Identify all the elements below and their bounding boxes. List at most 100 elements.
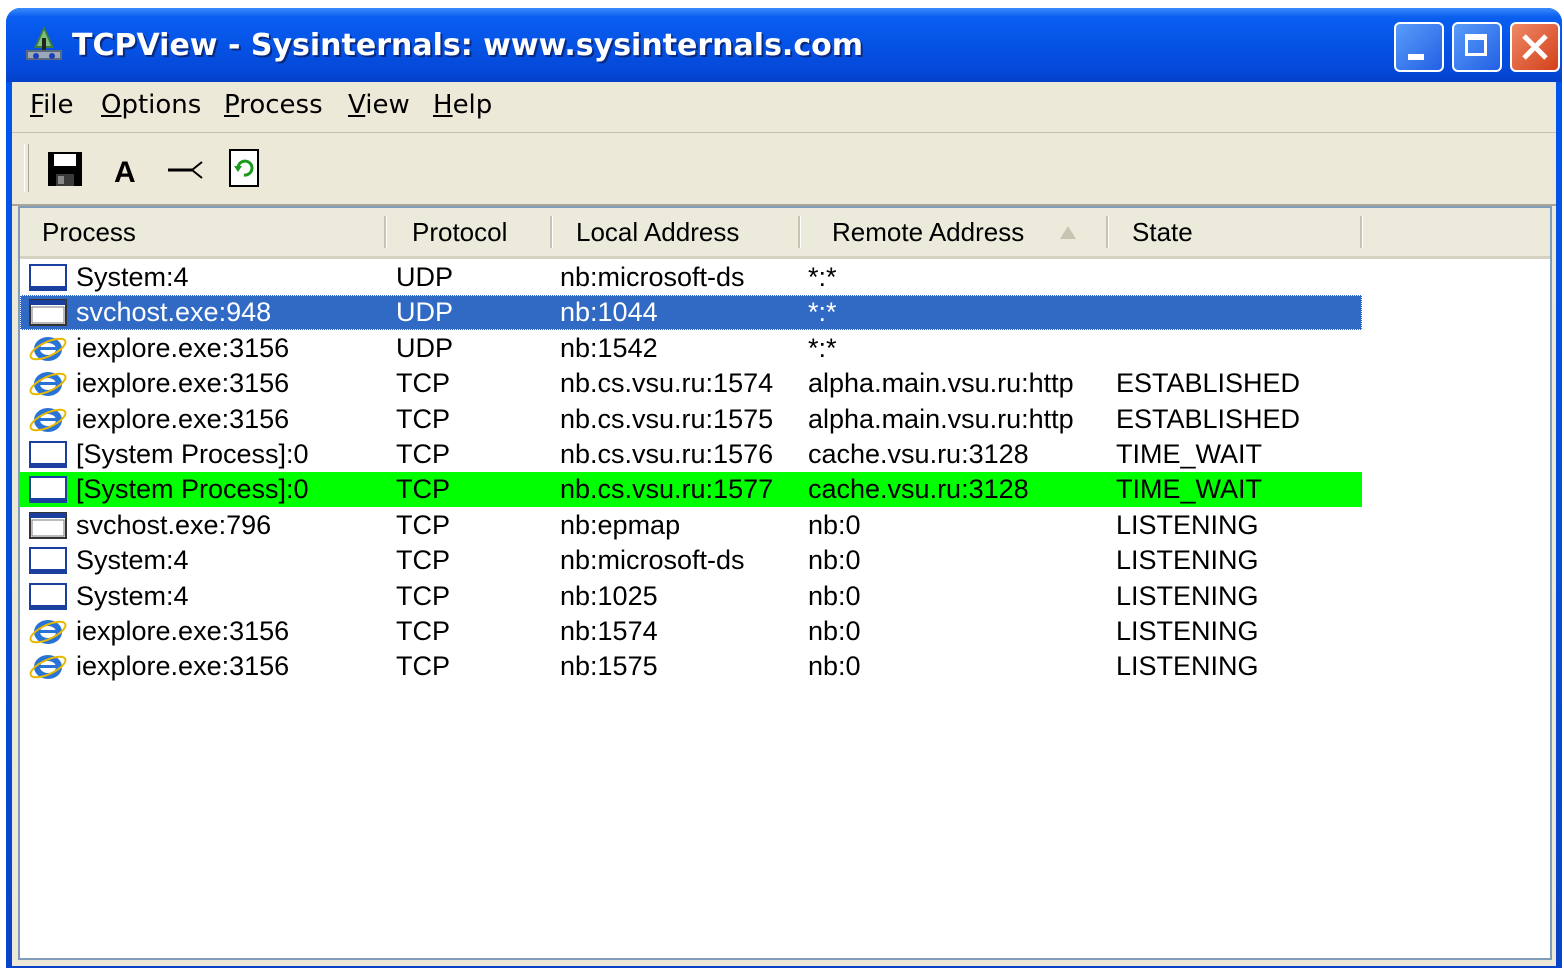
internet-explorer-icon — [28, 333, 68, 364]
svg-text:A: A — [114, 156, 136, 189]
cell-local-address: nb:microsoft-ds — [560, 262, 745, 292]
table-row[interactable]: iexplore.exe:3156 TCP nb.cs.vsu.ru:1575 alp… — [20, 402, 1362, 437]
column-divider[interactable] — [798, 216, 801, 248]
cell-state: ESTABLISHED — [1116, 368, 1301, 399]
cell-protocol: TCP — [396, 545, 450, 576]
menu-process-label: Process — [224, 90, 323, 120]
network-computer-icon — [26, 26, 62, 60]
cell-remote-address: alpha.main.vsu.ru:http — [808, 403, 1074, 434]
minimize-icon — [1408, 54, 1424, 60]
cell-protocol: UDP — [396, 332, 454, 363]
table-row[interactable]: System:4 TCP nb:microsoft-ds nb:0 LISTENING — [20, 543, 1362, 578]
table-row[interactable]: System:4 UDP nb:microsoft-ds *:* — [20, 260, 1362, 295]
window-app-icon — [28, 439, 68, 470]
list-header: Process Protocol Local Address Remote Ad… — [20, 208, 1550, 259]
table-row[interactable]: svchost.exe:948 UDP nb:1044 *:* — [20, 295, 1362, 331]
cell-protocol: TCP — [396, 474, 450, 505]
cell-process: iexplore.exe:3156 — [76, 403, 290, 434]
cell-state: LISTENING — [1116, 545, 1259, 576]
cell-state: LISTENING — [1116, 616, 1259, 646]
cell-protocol: TCP — [396, 580, 450, 611]
table-row[interactable]: iexplore.exe:3156 TCP nb.cs.vsu.ru:1574 alp… — [20, 366, 1362, 401]
toolbar-grip[interactable] — [24, 144, 29, 192]
table-row[interactable]: [System Process]:0 TCP nb.cs.vsu.ru:1576 ca… — [20, 437, 1362, 472]
menu-process[interactable]: Process — [224, 90, 323, 120]
menu-help-label: Help — [433, 90, 493, 120]
cell-local-address: nb:1575 — [560, 651, 658, 682]
header-state[interactable]: State — [1132, 208, 1193, 256]
refresh-icon[interactable] — [222, 148, 264, 190]
cell-remote-address: nb:0 — [808, 651, 861, 682]
internet-explorer-icon — [28, 651, 68, 682]
cell-local-address: nb.cs.vsu.ru:1574 — [560, 368, 774, 399]
cell-process: System:4 — [76, 580, 189, 611]
window-app-icon — [28, 581, 68, 612]
header-protocol[interactable]: Protocol — [412, 208, 507, 256]
cell-state: LISTENING — [1116, 580, 1259, 611]
maximize-icon — [1465, 34, 1487, 56]
menu-view[interactable]: View — [348, 90, 410, 120]
cell-local-address: nb:1574 — [560, 616, 658, 646]
column-divider[interactable] — [384, 216, 387, 248]
service-window-icon — [28, 510, 68, 541]
client-area: File Options Process View Help A Process… — [12, 82, 1556, 966]
table-row[interactable]: iexplore.exe:3156 UDP nb:1542 *:* — [20, 331, 1362, 366]
internet-explorer-icon — [28, 404, 68, 435]
cell-local-address: nb.cs.vsu.ru:1575 — [560, 403, 774, 434]
column-divider[interactable] — [1106, 216, 1109, 248]
cell-local-address: nb.cs.vsu.ru:1577 — [560, 474, 774, 505]
header-local-address[interactable]: Local Address — [576, 208, 739, 256]
cell-remote-address: nb:0 — [808, 580, 861, 611]
internet-explorer-icon — [28, 616, 68, 647]
table-row[interactable]: System:4 TCP nb:1025 nb:0 LISTENING — [20, 579, 1362, 614]
font-icon[interactable]: A — [106, 148, 148, 190]
cell-state: LISTENING — [1116, 651, 1259, 682]
cell-local-address: nb:epmap — [560, 509, 681, 540]
resolve-addresses-icon[interactable] — [164, 148, 206, 190]
header-process[interactable]: Process — [42, 208, 136, 256]
window-app-icon — [28, 262, 68, 293]
cell-process: iexplore.exe:3156 — [76, 332, 290, 363]
cell-state: ESTABLISHED — [1116, 403, 1301, 434]
cell-remote-address: *:* — [808, 332, 837, 363]
menu-view-label: View — [348, 90, 410, 120]
tcpview-window: TCPView - Sysinternals: www.sysinternals… — [6, 8, 1562, 968]
table-row[interactable]: svchost.exe:796 TCP nb:epmap nb:0 LISTENING — [20, 508, 1362, 543]
header-remote-address[interactable]: Remote Address — [832, 208, 1024, 256]
menu-help[interactable]: Help — [433, 90, 492, 120]
menu-file[interactable]: File — [30, 90, 74, 120]
minimize-button[interactable] — [1394, 22, 1444, 72]
sort-ascending-icon — [1060, 226, 1076, 239]
column-divider[interactable] — [550, 216, 553, 248]
cell-protocol: UDP — [396, 262, 454, 292]
close-button[interactable] — [1510, 22, 1560, 72]
connections-list[interactable]: Process Protocol Local Address Remote Ad… — [18, 206, 1552, 960]
menu-bar: File Options Process View Help — [12, 82, 1556, 133]
cell-protocol: TCP — [396, 439, 450, 469]
cell-remote-address: alpha.main.vsu.ru:http — [808, 368, 1074, 399]
table-row[interactable]: [System Process]:0 TCP nb.cs.vsu.ru:1577 ca… — [20, 472, 1362, 508]
cell-process: System:4 — [76, 545, 189, 576]
cell-state: TIME_WAIT — [1116, 439, 1262, 469]
menu-file-label: File — [30, 90, 74, 120]
cell-remote-address: *:* — [808, 262, 837, 292]
maximize-button[interactable] — [1452, 22, 1502, 72]
column-divider[interactable] — [1360, 216, 1363, 248]
cell-local-address: nb:microsoft-ds — [560, 545, 745, 576]
cell-process: iexplore.exe:3156 — [76, 651, 290, 682]
title-bar[interactable]: TCPView - Sysinternals: www.sysinternals… — [6, 8, 1562, 82]
cell-remote-address: nb:0 — [808, 616, 861, 646]
table-row[interactable]: iexplore.exe:3156 TCP nb:1574 nb:0 LISTENING — [20, 614, 1362, 649]
table-row[interactable]: iexplore.exe:3156 TCP nb:1575 nb:0 LISTENING — [20, 649, 1362, 684]
window-title: TCPView - Sysinternals: www.sysinternals… — [72, 28, 863, 63]
cell-local-address: nb.cs.vsu.ru:1576 — [560, 439, 774, 469]
cell-local-address: nb:1542 — [560, 332, 658, 363]
save-icon[interactable] — [44, 148, 86, 190]
cell-process: [System Process]:0 — [76, 474, 309, 505]
window-app-icon — [28, 474, 68, 505]
cell-protocol: TCP — [396, 403, 450, 434]
cell-process: System:4 — [76, 262, 189, 292]
menu-options[interactable]: Options — [101, 90, 201, 120]
cell-protocol: TCP — [396, 509, 450, 540]
cell-process: iexplore.exe:3156 — [76, 368, 290, 399]
